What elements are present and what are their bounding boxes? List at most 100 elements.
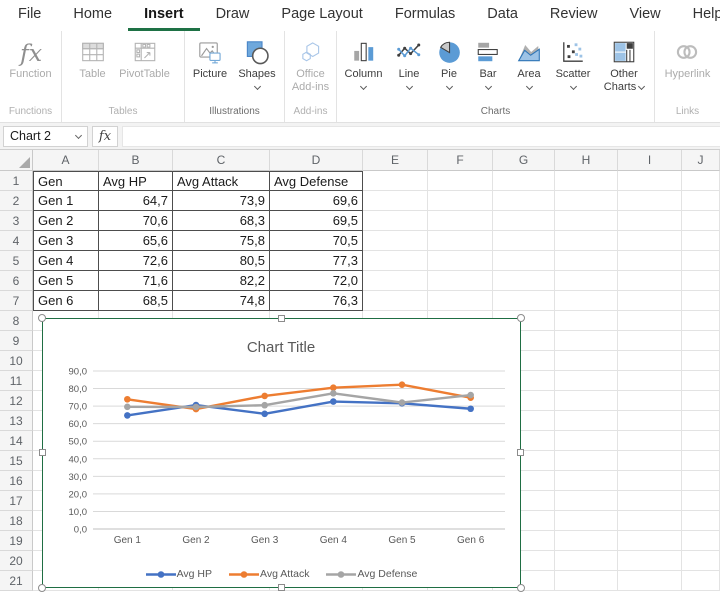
cell-J1[interactable] bbox=[682, 171, 720, 191]
cell-J8[interactable] bbox=[682, 311, 720, 331]
row-header-2[interactable]: 2 bbox=[0, 191, 33, 211]
bar-chart-button[interactable]: Bar bbox=[468, 36, 508, 89]
cell-H20[interactable] bbox=[555, 551, 618, 571]
select-all-corner[interactable] bbox=[0, 150, 33, 171]
column-header-A[interactable]: A bbox=[33, 150, 99, 171]
cell-A2[interactable]: Gen 1 bbox=[33, 191, 99, 211]
cell-H14[interactable] bbox=[555, 431, 618, 451]
row-header-4[interactable]: 4 bbox=[0, 231, 33, 251]
row-header-8[interactable]: 8 bbox=[0, 311, 33, 331]
chart-handle-bottom-middle[interactable] bbox=[278, 584, 285, 591]
cell-H15[interactable] bbox=[555, 451, 618, 471]
chart-object[interactable]: Chart Title0,010,020,030,040,050,060,070… bbox=[42, 318, 521, 588]
table-button[interactable]: Table bbox=[72, 36, 114, 81]
cell-C2[interactable]: 73,9 bbox=[173, 191, 270, 211]
cell-I10[interactable] bbox=[618, 351, 682, 371]
cell-H8[interactable] bbox=[555, 311, 618, 331]
column-header-H[interactable]: H bbox=[555, 150, 618, 171]
cell-J9[interactable] bbox=[682, 331, 720, 351]
row-header-15[interactable]: 15 bbox=[0, 451, 33, 471]
cell-B7[interactable]: 68,5 bbox=[99, 291, 173, 311]
cell-J18[interactable] bbox=[682, 511, 720, 531]
column-header-C[interactable]: C bbox=[173, 150, 270, 171]
cell-J21[interactable] bbox=[682, 571, 720, 591]
cell-I11[interactable] bbox=[618, 371, 682, 391]
area-chart-button[interactable]: Area bbox=[509, 36, 549, 89]
cell-E1[interactable] bbox=[363, 171, 428, 191]
cell-G3[interactable] bbox=[493, 211, 555, 231]
cell-H21[interactable] bbox=[555, 571, 618, 591]
cell-E6[interactable] bbox=[363, 271, 428, 291]
cell-D1[interactable]: Avg Defense bbox=[270, 171, 363, 191]
column-header-E[interactable]: E bbox=[363, 150, 428, 171]
cell-J2[interactable] bbox=[682, 191, 720, 211]
cell-H18[interactable] bbox=[555, 511, 618, 531]
row-header-5[interactable]: 5 bbox=[0, 251, 33, 271]
tab-draw[interactable]: Draw bbox=[200, 0, 266, 31]
cell-E4[interactable] bbox=[363, 231, 428, 251]
cell-G6[interactable] bbox=[493, 271, 555, 291]
cell-H6[interactable] bbox=[555, 271, 618, 291]
cell-I16[interactable] bbox=[618, 471, 682, 491]
tab-view[interactable]: View bbox=[613, 0, 676, 31]
row-header-1[interactable]: 1 bbox=[0, 171, 33, 191]
cell-J3[interactable] bbox=[682, 211, 720, 231]
cell-H1[interactable] bbox=[555, 171, 618, 191]
chart-handle-middle-right[interactable] bbox=[517, 449, 524, 456]
row-header-7[interactable]: 7 bbox=[0, 291, 33, 311]
tab-review[interactable]: Review bbox=[534, 0, 614, 31]
cell-A1[interactable]: Gen bbox=[33, 171, 99, 191]
formula-input[interactable] bbox=[122, 126, 720, 147]
cell-E3[interactable] bbox=[363, 211, 428, 231]
cell-J10[interactable] bbox=[682, 351, 720, 371]
column-header-J[interactable]: J bbox=[682, 150, 720, 171]
cell-J12[interactable] bbox=[682, 391, 720, 411]
row-header-12[interactable]: 12 bbox=[0, 391, 33, 411]
cell-J5[interactable] bbox=[682, 251, 720, 271]
cell-D7[interactable]: 76,3 bbox=[270, 291, 363, 311]
cell-J7[interactable] bbox=[682, 291, 720, 311]
cell-D6[interactable]: 72,0 bbox=[270, 271, 363, 291]
row-header-14[interactable]: 14 bbox=[0, 431, 33, 451]
cell-J4[interactable] bbox=[682, 231, 720, 251]
cell-E2[interactable] bbox=[363, 191, 428, 211]
cell-H13[interactable] bbox=[555, 411, 618, 431]
cell-G4[interactable] bbox=[493, 231, 555, 251]
cell-H16[interactable] bbox=[555, 471, 618, 491]
row-header-21[interactable]: 21 bbox=[0, 571, 33, 591]
cell-I18[interactable] bbox=[618, 511, 682, 531]
cell-F2[interactable] bbox=[428, 191, 493, 211]
pie-chart-button[interactable]: Pie bbox=[431, 36, 467, 89]
office-addins-button[interactable]: OfficeAdd-ins bbox=[292, 36, 329, 94]
cell-E7[interactable] bbox=[363, 291, 428, 311]
cell-I8[interactable] bbox=[618, 311, 682, 331]
cell-D3[interactable]: 69,5 bbox=[270, 211, 363, 231]
cell-I1[interactable] bbox=[618, 171, 682, 191]
cell-H9[interactable] bbox=[555, 331, 618, 351]
tab-page-layout[interactable]: Page Layout bbox=[265, 0, 378, 31]
row-header-9[interactable]: 9 bbox=[0, 331, 33, 351]
chart-handle-top-left[interactable] bbox=[38, 314, 46, 322]
cell-F7[interactable] bbox=[428, 291, 493, 311]
row-header-11[interactable]: 11 bbox=[0, 371, 33, 391]
cell-A6[interactable]: Gen 5 bbox=[33, 271, 99, 291]
cell-I20[interactable] bbox=[618, 551, 682, 571]
tab-insert[interactable]: Insert bbox=[128, 0, 200, 31]
cell-F4[interactable] bbox=[428, 231, 493, 251]
cell-I14[interactable] bbox=[618, 431, 682, 451]
cell-J17[interactable] bbox=[682, 491, 720, 511]
cell-D4[interactable]: 70,5 bbox=[270, 231, 363, 251]
cell-B3[interactable]: 70,6 bbox=[99, 211, 173, 231]
scatter-chart-button[interactable]: Scatter bbox=[550, 36, 596, 89]
row-header-6[interactable]: 6 bbox=[0, 271, 33, 291]
row-header-18[interactable]: 18 bbox=[0, 511, 33, 531]
cell-C1[interactable]: Avg Attack bbox=[173, 171, 270, 191]
cell-A4[interactable]: Gen 3 bbox=[33, 231, 99, 251]
cell-J11[interactable] bbox=[682, 371, 720, 391]
cell-B4[interactable]: 65,6 bbox=[99, 231, 173, 251]
chart-handle-bottom-right[interactable] bbox=[517, 584, 525, 592]
cell-I19[interactable] bbox=[618, 531, 682, 551]
pivottable-button[interactable]: PivotTable bbox=[115, 36, 175, 81]
cell-B2[interactable]: 64,7 bbox=[99, 191, 173, 211]
row-header-17[interactable]: 17 bbox=[0, 491, 33, 511]
